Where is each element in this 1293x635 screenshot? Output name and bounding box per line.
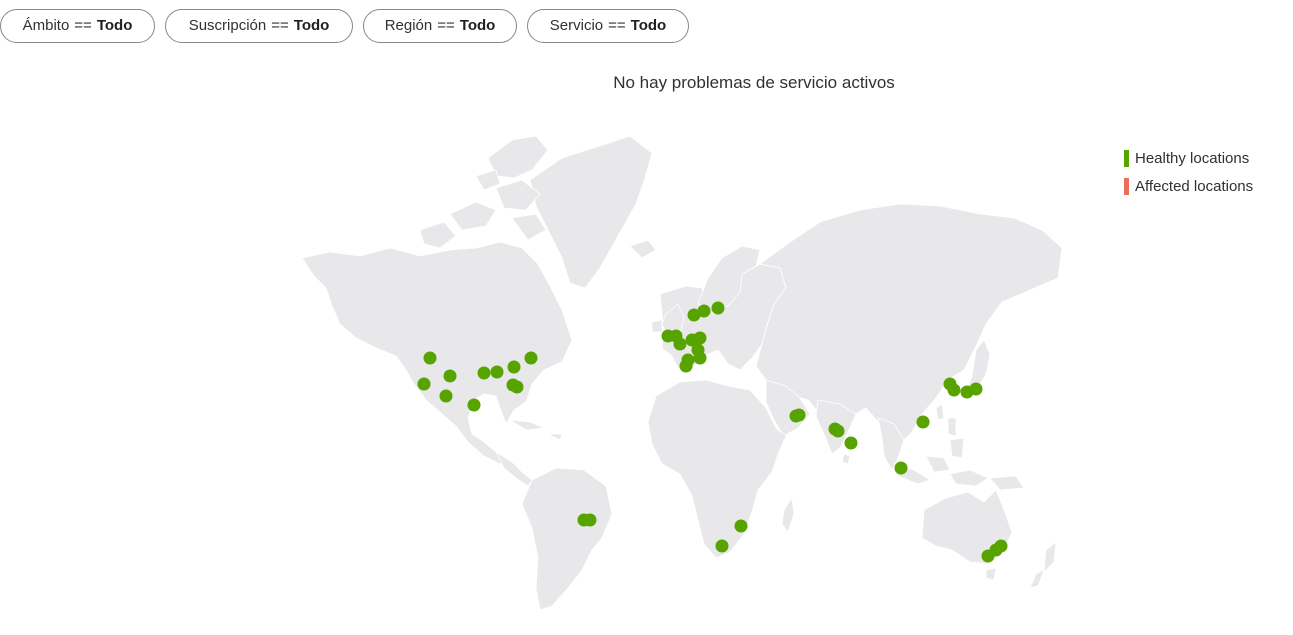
healthy-location-marker[interactable] [679,359,693,373]
filter-operator: == [74,17,92,34]
land-greenland [529,135,653,289]
filter-pill-scope[interactable]: Ámbito == Todo [0,9,155,43]
world-map-svg [301,135,1063,611]
filter-operator: == [437,17,455,34]
filter-value: Todo [459,17,496,34]
land-iceland [629,239,657,259]
filter-key: Servicio [549,17,604,34]
land-masses [301,135,1063,611]
filter-pill-subscription[interactable]: Suscripción == Todo [165,9,353,43]
land-africa [647,379,787,559]
world-map[interactable] [300,118,1065,618]
legend-item-healthy[interactable]: Healthy locations [1124,148,1253,176]
healthy-location-marker[interactable] [423,351,437,365]
healthy-location-marker[interactable] [697,304,711,318]
healthy-location-marker[interactable] [792,408,806,422]
filter-key: Ámbito [22,17,70,34]
filter-pill-region[interactable]: Región == Todo [363,9,517,43]
service-status-title: No hay problemas de servicio activos [613,73,895,92]
healthy-location-marker[interactable] [490,365,504,379]
filter-value: Todo [96,17,133,34]
filter-key: Suscripción [188,17,267,34]
healthy-location-marker[interactable] [844,436,858,450]
healthy-location-marker[interactable] [507,360,521,374]
healthy-location-marker[interactable] [524,351,538,365]
land-central-america [495,450,533,487]
land-south-america [521,467,613,611]
land-new-zealand [1043,541,1057,574]
filter-pill-service[interactable]: Servicio == Todo [527,9,689,43]
land-arctic-islands [487,135,549,179]
map-legend: Healthy locations Affected locations [1124,148,1253,204]
healthy-location-marker[interactable] [711,301,725,315]
healthy-location-marker[interactable] [510,380,524,394]
filter-value: Todo [293,17,330,34]
healthy-location-marker[interactable] [894,461,908,475]
land-madagascar [781,496,795,533]
legend-item-affected[interactable]: Affected locations [1124,176,1253,204]
filter-key: Región [384,17,433,34]
healthy-location-marker[interactable] [417,377,431,391]
legend-swatch-healthy [1124,150,1129,167]
healthy-location-marker[interactable] [734,519,748,533]
healthy-location-marker[interactable] [969,382,983,396]
filter-operator: == [608,17,626,34]
healthy-location-marker[interactable] [994,539,1008,553]
healthy-location-marker[interactable] [673,337,687,351]
healthy-location-marker[interactable] [583,513,597,527]
filter-operator: == [271,17,289,34]
legend-label-affected: Affected locations [1135,178,1254,195]
healthy-location-marker[interactable] [693,331,707,345]
healthy-location-marker[interactable] [439,389,453,403]
healthy-location-marker[interactable] [947,383,961,397]
healthy-location-marker[interactable] [693,351,707,365]
healthy-location-marker[interactable] [715,539,729,553]
healthy-location-marker[interactable] [467,398,481,412]
healthy-location-marker[interactable] [443,369,457,383]
healthy-location-marker[interactable] [477,366,491,380]
legend-label-healthy: Healthy locations [1135,150,1250,167]
filter-value: Todo [630,17,667,34]
healthy-location-marker[interactable] [831,424,845,438]
legend-swatch-affected [1124,178,1129,195]
healthy-location-marker[interactable] [916,415,930,429]
